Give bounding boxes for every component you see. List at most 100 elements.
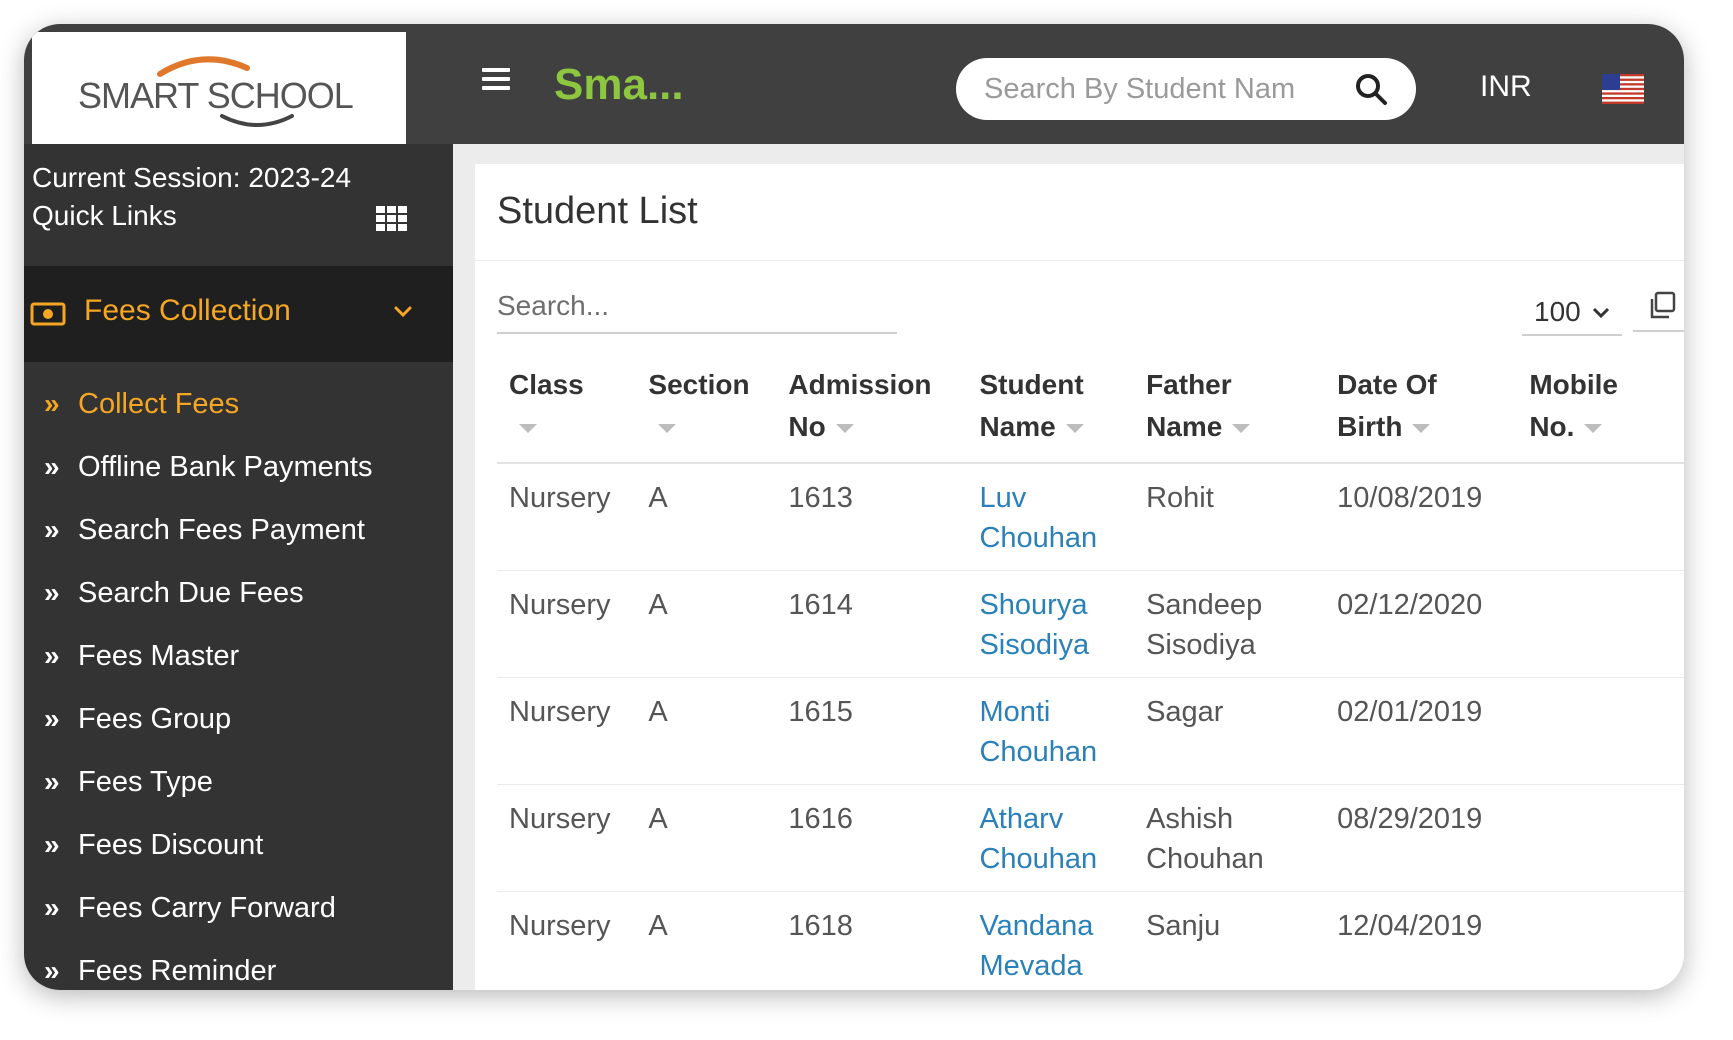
sidebar-item-fees-reminder[interactable]: » Fees Reminder: [24, 943, 453, 990]
money-icon: [30, 302, 66, 326]
class-cell: Nursery: [497, 891, 637, 990]
admission-no-cell: 1618: [776, 891, 968, 990]
sort-icon[interactable]: [1584, 424, 1603, 434]
menu-toggle-icon[interactable]: [482, 68, 510, 94]
column-header[interactable]: Student Name: [967, 350, 1135, 464]
sidebar: Current Session: 2023-24 Quick Links Fee…: [24, 144, 453, 990]
student-name-link-text[interactable]: Monti: [979, 696, 1050, 728]
copy-button[interactable]: [1633, 280, 1684, 332]
student-name-link-text[interactable]: Sisodiya: [979, 629, 1089, 661]
dob-cell-text: 02/12/2020: [1337, 589, 1483, 621]
column-header[interactable]: Section: [636, 350, 777, 464]
sidebar-item-label: Offline Bank Payments: [78, 451, 373, 483]
sidebar-item-label: Fees Reminder: [78, 955, 277, 987]
dob-cell-text: 02/01/2019: [1337, 696, 1483, 728]
double-chevron-right-icon: »: [44, 703, 60, 734]
student-search-input[interactable]: [984, 68, 1344, 110]
page-size-select[interactable]: 100: [1522, 288, 1622, 336]
search-icon[interactable]: [1354, 72, 1388, 106]
student-name-link-text[interactable]: Chouhan: [979, 843, 1097, 875]
sidebar-item-fees-type[interactable]: » Fees Type: [24, 754, 453, 817]
student-name-link[interactable]: Luv Chouhan: [967, 463, 1135, 571]
sort-icon[interactable]: [1232, 424, 1251, 434]
father-name-cell: Sanju: [1134, 891, 1326, 990]
table-search: [497, 282, 897, 334]
logo[interactable]: SMART SCHOOL: [32, 32, 406, 144]
column-header[interactable]: Date Of Birth: [1325, 350, 1518, 464]
admission-no-cell: 1616: [776, 784, 968, 892]
us-flag-icon[interactable]: [1602, 74, 1644, 104]
double-chevron-right-icon: »: [44, 388, 60, 419]
column-header[interactable]: Mobile No.: [1517, 350, 1684, 464]
father-name-cell-text: Rohit: [1146, 482, 1214, 514]
student-name-link-text[interactable]: Mevada: [979, 950, 1082, 982]
student-name-link-text[interactable]: Luv: [979, 482, 1026, 514]
student-name-link[interactable]: Atharv Chouhan: [967, 784, 1135, 892]
student-name-link[interactable]: Shourya Sisodiya: [967, 570, 1135, 678]
sort-icon[interactable]: [519, 424, 537, 434]
admission-no-cell-text: 1613: [788, 482, 853, 514]
sidebar-item-search-fees-payment[interactable]: » Search Fees Payment: [24, 502, 453, 565]
class-cell-text: Nursery: [509, 803, 611, 835]
double-chevron-right-icon: »: [44, 766, 60, 797]
double-chevron-right-icon: »: [44, 451, 60, 482]
section-cell-text: A: [648, 696, 668, 728]
column-header[interactable]: Father Name: [1134, 350, 1326, 464]
sidebar-item-offline-bank-payments[interactable]: » Offline Bank Payments: [24, 439, 453, 502]
column-header-label: Birth: [1337, 411, 1403, 442]
section-cell: A: [636, 784, 777, 892]
class-cell-text: Nursery: [509, 910, 611, 942]
sidebar-item-fees-discount[interactable]: » Fees Discount: [24, 817, 453, 880]
sidebar-item-label: Search Due Fees: [78, 577, 304, 609]
sidebar-item-fees-master[interactable]: » Fees Master: [24, 628, 453, 691]
table-search-input[interactable]: [497, 282, 897, 330]
quick-links[interactable]: Quick Links: [32, 200, 177, 232]
double-chevron-right-icon: »: [44, 640, 60, 671]
chevron-down-icon: [394, 306, 412, 318]
student-name-link-text[interactable]: Vandana: [979, 910, 1093, 942]
sidebar-item-label: Fees Master: [78, 640, 240, 672]
logo-text: SMART SCHOOL: [78, 75, 353, 116]
section-cell: A: [636, 891, 777, 990]
page-title: Student List: [497, 190, 698, 232]
class-cell: Nursery: [497, 677, 637, 785]
fees-collection-menu[interactable]: Fees Collection: [24, 266, 453, 362]
smart-school-logo: SMART SCHOOL: [78, 56, 354, 127]
sidebar-item-collect-fees[interactable]: » Collect Fees: [24, 376, 453, 439]
dob-cell: 02/01/2019: [1325, 677, 1518, 785]
student-name-link[interactable]: Vandana Mevada: [967, 891, 1135, 990]
student-name-link-text[interactable]: Shourya: [979, 589, 1087, 621]
column-header[interactable]: Admission No: [776, 350, 968, 464]
grid-icon[interactable]: [376, 206, 408, 232]
dob-cell: 08/29/2019: [1325, 784, 1518, 892]
sidebar-item-fees-carry-forward[interactable]: » Fees Carry Forward: [24, 880, 453, 943]
column-header[interactable]: Class: [497, 350, 637, 464]
sort-icon[interactable]: [658, 424, 677, 434]
class-cell-text: Nursery: [509, 696, 611, 728]
section-cell: A: [636, 677, 777, 785]
mobile-cell: [1517, 677, 1684, 785]
sort-icon[interactable]: [1412, 424, 1431, 434]
mobile-cell: [1517, 570, 1684, 678]
student-name-link-text[interactable]: Atharv: [979, 803, 1063, 835]
section-cell-text: A: [648, 589, 668, 621]
sidebar-item-fees-group[interactable]: » Fees Group: [24, 691, 453, 754]
table-row: Nursery A 1615 Monti Chouhan Sagar 02/01/2019: [497, 677, 1684, 785]
admission-no-cell-text: 1614: [788, 589, 853, 621]
sort-icon[interactable]: [835, 424, 854, 434]
student-name-link-text[interactable]: Chouhan: [979, 736, 1097, 768]
dob-cell-text: 08/29/2019: [1337, 803, 1483, 835]
student-name-link-text[interactable]: Chouhan: [979, 522, 1097, 554]
student-name-link[interactable]: Monti Chouhan: [967, 677, 1135, 785]
admission-no-cell: 1614: [776, 570, 968, 678]
admission-no-cell: 1615: [776, 677, 968, 785]
sort-icon[interactable]: [1065, 424, 1084, 434]
table-header-row: Class Section Admission No Student Name Father…: [497, 350, 1684, 464]
currency-selector[interactable]: INR: [1480, 70, 1532, 104]
column-header-label: Student: [979, 369, 1084, 400]
class-cell: Nursery: [497, 570, 637, 678]
main-content: Student List 100 Class Section Admission: [453, 144, 1684, 990]
double-chevron-right-icon: »: [44, 955, 60, 986]
sidebar-item-label: Fees Group: [78, 703, 232, 735]
sidebar-item-search-due-fees[interactable]: » Search Due Fees: [24, 565, 453, 628]
